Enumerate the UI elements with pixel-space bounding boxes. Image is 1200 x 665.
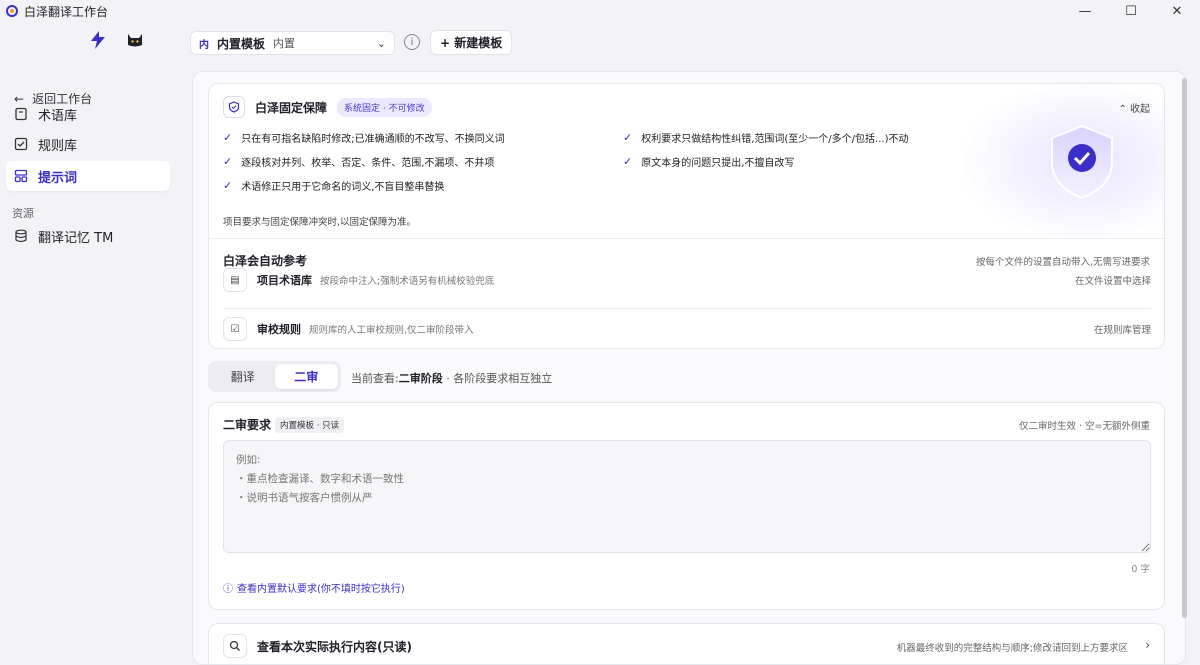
template-name: 内置模板 [217,36,266,51]
ref-name: 项目术语库 [257,274,312,287]
clipboard-check-icon: ☑ [223,317,247,341]
main-panel: 白泽固定保障 系统固定 · 不可修改 ⌃ 收起 ✓ 只在有可指名缺陷时修改;已准… [192,71,1186,665]
ref-desc: 按段命中注入;强制术语另有机械校验兜底 [320,276,495,287]
stage-toggle: 翻译 二审 [208,361,341,392]
view-default-requirement-link[interactable]: ⓘ 查看内置默认要求(你不填时按它执行) [223,580,405,595]
guard-rule-text: 逐段核对并列、枚举、否定、条件、范围,不漏项、不并项 [241,158,495,169]
ref-row-termbase: ▤ 项目术语库 按段命中注入;强制术语另有机械校验兜底 在文件设置中选择 [223,266,1151,294]
check-icon: ✓ [623,155,633,168]
shield-icon [223,96,245,118]
scrollbar[interactable] [1182,78,1187,618]
close-button[interactable]: ✕ [1154,0,1200,22]
requirement-textarea[interactable] [223,440,1151,553]
divider [209,238,1164,239]
chevron-right-icon: › [1145,638,1150,652]
guard-title: 白泽固定保障 [255,100,328,115]
requirement-hint: 仅二审时生效 · 空=无额外侧重 [1018,421,1150,432]
guard-rule-text: 术语修正只用于它命名的词义,不盲目整串替换 [241,182,445,193]
check-icon: ✓ [223,155,233,168]
title-bar: 白泽翻译工作台 — ☐ ✕ [0,0,1200,22]
guard-rule: ✓ 原文本身的问题只提出,不擅自改写 [623,154,794,169]
stage-info-stage: 二审阶段 [398,372,443,385]
guard-card: 白泽固定保障 系统固定 · 不可修改 ⌃ 收起 ✓ 只在有可指名缺陷时修改;已准… [208,83,1165,349]
cat-icon [128,34,142,47]
info-icon[interactable]: i [404,34,420,50]
guard-rule: ✓ 只在有可指名缺陷时修改;已准确通顺的不改写、不换同义词 [223,130,505,145]
guard-rule-text: 原文本身的问题只提出,不擅自改写 [641,158,795,169]
app-logo-icon [6,5,18,17]
sidebar-item-label: 提示词 [38,170,78,186]
ref-row-review-rules: ☑ 审校规则 规则库的人工审校规则,仅二审阶段带入 在规则库管理 [223,315,1151,343]
lightning-icon [91,31,105,49]
divider [223,308,1151,309]
template-select[interactable]: 内 内置模板 内置 ⌄ [190,31,395,55]
collapse-label: 收起 [1130,104,1150,115]
sidebar: ← 返回工作台 术语库 规则库 提示词 资源 翻译记忆 TM [0,22,180,665]
sidebar-item-label: 术语库 [38,108,78,124]
sidebar-item-label: 翻译记忆 TM [38,230,114,246]
maximize-button[interactable]: ☐ [1108,0,1154,22]
guard-header: 白泽固定保障 系统固定 · 不可修改 [223,96,432,118]
link-label: 查看内置默认要求(你不填时按它执行) [237,584,405,595]
guard-rule: ✓ 术语修正只用于它命名的词义,不盲目整串替换 [223,178,444,193]
tab-review[interactable]: 二审 [274,364,338,389]
info-icon: ⓘ [223,584,233,595]
ref-location: 在文件设置中选择 [1074,276,1151,287]
guard-rule: ✓ 权利要求只做结构性纠错,范围词(至少一个/多个/包括...)不动 [623,130,908,145]
check-icon: ✓ [623,131,633,144]
chevron-up-icon: ⌃ [1118,104,1130,115]
checklist-icon [14,137,28,151]
stage-info-prefix: 当前查看: [351,372,399,385]
window-title: 白泽翻译工作台 [24,4,109,19]
guard-rule-text: 权利要求只做结构性纠错,范围词(至少一个/多个/包括...)不动 [641,134,909,145]
book-icon: ▤ [223,268,247,292]
tab-translate[interactable]: 翻译 [211,364,275,389]
database-icon [15,229,27,243]
check-icon: ✓ [223,131,233,144]
execution-hint: 机器最终收到的完整结构与顺序;修改请回到上方要求区 [896,643,1128,654]
collapse-button[interactable]: ⌃ 收起 [1118,100,1150,115]
sidebar-item-prompts[interactable]: 提示词 [6,161,170,191]
ref-desc: 规则库的人工审校规则,仅二审阶段带入 [309,325,474,336]
search-icon [223,634,247,658]
check-icon: ✓ [223,179,233,192]
window-controls: — ☐ ✕ [1062,0,1200,22]
requirement-title: 二审要求 [223,418,272,432]
sidebar-item-rules[interactable]: 规则库 [6,129,170,159]
shield-check-illustration-icon [1051,124,1113,200]
guard-badge: 系统固定 · 不可修改 [337,97,432,117]
chevron-down-icon: ⌄ [376,36,386,50]
ref-name: 审校规则 [257,323,301,336]
brand-icons [88,30,144,50]
stage-info: 当前查看:二审阶段 · 各阶段要求相互独立 [351,370,552,386]
book-icon [15,107,27,121]
minimize-button[interactable]: — [1062,0,1108,22]
requirement-badge: 内置模板 · 只读 [275,417,345,433]
sidebar-item-tm[interactable]: 翻译记忆 TM [6,221,170,251]
template-badge: 内 [199,39,209,51]
sidebar-item-label: 规则库 [38,138,78,154]
new-template-button[interactable]: + 新建模板 [430,30,513,55]
resources-section-label: 资源 [12,207,34,220]
guard-rule: ✓ 逐段核对并列、枚举、否定、条件、范围,不漏项、不并项 [223,154,494,169]
stage-info-suffix: · 各阶段要求相互独立 [442,372,553,385]
layout-icon [14,169,28,183]
requirement-card: 二审要求 内置模板 · 只读 仅二审时生效 · 空=无额外侧重 0 字 ⓘ 查看… [208,402,1165,610]
char-count: 0 字 [1131,564,1150,575]
template-sub: 内置 [273,37,296,50]
guard-note: 项目要求与固定保障冲突时,以固定保障为准。 [223,217,417,228]
execution-title: 查看本次实际执行内容(只读) [257,640,412,654]
sidebar-item-termbase[interactable]: 术语库 [6,99,170,129]
guard-rule-text: 只在有可指名缺陷时修改;已准确通顺的不改写、不换同义词 [241,134,505,145]
execution-card[interactable]: 查看本次实际执行内容(只读) 机器最终收到的完整结构与顺序;修改请回到上方要求区… [208,623,1165,664]
ref-location: 在规则库管理 [1093,325,1151,336]
